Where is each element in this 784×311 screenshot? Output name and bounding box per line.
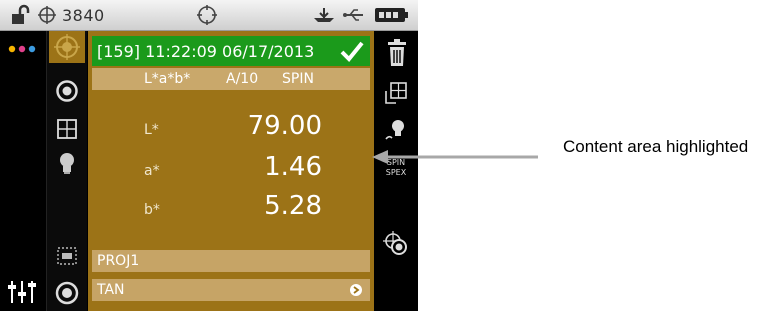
measurement-count: 3840: [62, 5, 105, 25]
grid-view-icon[interactable]: [51, 115, 83, 143]
main-menu-dots-icon[interactable]: [6, 39, 40, 59]
light-source-icon[interactable]: [380, 115, 412, 145]
color-space-label: L*a*b*: [144, 71, 191, 87]
reading-value-b: 5.28: [264, 191, 322, 221]
check-icon: [340, 41, 364, 62]
reading-value-a: 1.46: [264, 152, 322, 182]
device-screen: 3840 SPIN SPEX [159] 11:22:09 06/17/2013…: [0, 0, 418, 311]
reading-value-l: 79.00: [247, 111, 322, 141]
illuminant-label: A/10: [226, 71, 259, 87]
project-name: PROJ1: [97, 253, 140, 269]
measure-button-icon[interactable]: [51, 279, 83, 307]
unlock-icon: [10, 3, 32, 27]
content-area: [159] 11:22:09 06/17/2013 L*a*b* A/10 SP…: [88, 31, 374, 311]
settings-sliders-icon[interactable]: [4, 277, 40, 307]
spec-mode-label: SPIN: [282, 71, 314, 87]
project-bar[interactable]: PROJ1: [92, 250, 370, 272]
usb-icon: [342, 3, 366, 27]
arrow-right-icon[interactable]: [350, 284, 362, 296]
reading-label-b: b*: [144, 202, 160, 218]
docking-icon: [312, 3, 336, 27]
standard-bar[interactable]: TAN: [92, 279, 370, 301]
status-bar: 3840: [0, 0, 418, 31]
target-icon: [36, 3, 58, 27]
reading-label-a: a*: [144, 163, 160, 179]
target-compare-icon[interactable]: [380, 229, 412, 259]
left-toolbar: [0, 31, 46, 311]
crosshair-icon: [196, 3, 218, 27]
mode-bar[interactable]: L*a*b* A/10 SPIN: [92, 68, 370, 90]
view-toolbar: [46, 31, 87, 311]
target-view-icon[interactable]: [49, 31, 85, 63]
measurement-timestamp: [159] 11:22:09 06/17/2013: [97, 42, 315, 61]
measurement-header[interactable]: [159] 11:22:09 06/17/2013: [92, 36, 370, 66]
compare-view-icon[interactable]: [380, 77, 412, 109]
trash-icon[interactable]: [382, 37, 412, 69]
annotation-arrow: [372, 150, 538, 164]
right-toolbar: SPIN SPEX: [374, 31, 418, 311]
battery-icon: [374, 3, 410, 27]
spex-label: SPEX: [385, 168, 407, 177]
lightbulb-icon[interactable]: [51, 149, 83, 177]
aperture-select-icon[interactable]: [51, 243, 83, 269]
annotation-label: Content area highlighted: [563, 137, 749, 156]
measure-ring-icon[interactable]: [51, 77, 83, 105]
standard-name: TAN: [97, 282, 125, 298]
reading-label-l: L*: [144, 122, 159, 138]
